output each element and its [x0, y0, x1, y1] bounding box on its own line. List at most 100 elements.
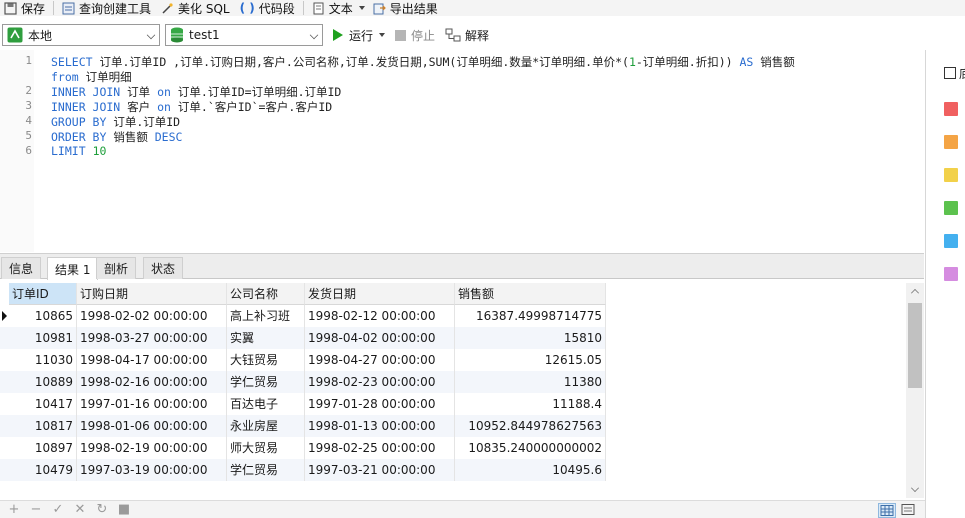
sql-keyword: DESC: [154, 130, 183, 144]
table-cell[interactable]: 1998-02-12 00:00:00: [305, 305, 455, 327]
results-grid[interactable]: 订单ID 订购日期 公司名称 发货日期 销售额 10865 1998-02-02 00:00…: [0, 281, 924, 498]
color-swatch[interactable]: [944, 267, 958, 281]
color-swatch[interactable]: [944, 168, 958, 182]
table-cell[interactable]: 10479: [9, 459, 77, 481]
table-cell[interactable]: 1997-01-28 00:00:00: [305, 393, 455, 415]
save-button[interactable]: 保存: [4, 0, 45, 16]
tab-profile[interactable]: 剖析: [96, 257, 137, 279]
table-row[interactable]: 10479 1997-03-19 00:00:00 学仁贸易 1997-03-21 0…: [0, 459, 606, 481]
beautify-sql-button[interactable]: 美化 SQL: [161, 0, 230, 16]
query-builder-label: 查询创建工具: [79, 1, 152, 16]
code-snippet-button[interactable]: ( ) 代码段: [240, 0, 295, 16]
column-header[interactable]: 公司名称: [227, 283, 305, 305]
table-cell[interactable]: 11188.4: [455, 393, 606, 415]
export-results-button[interactable]: 导出结果: [373, 0, 438, 16]
stop-button[interactable]: 停止: [395, 27, 435, 44]
table-cell[interactable]: 学仁贸易: [227, 371, 305, 393]
refresh-button[interactable]: ↻: [94, 502, 110, 518]
column-header[interactable]: 订单ID: [9, 283, 77, 305]
stop-button[interactable]: ■: [116, 502, 132, 518]
scroll-down-icon[interactable]: [911, 484, 919, 492]
table-cell[interactable]: 10417: [9, 393, 77, 415]
table-cell[interactable]: 10897: [9, 437, 77, 459]
table-cell[interactable]: 1998-02-25 00:00:00: [305, 437, 455, 459]
form-view-button[interactable]: [900, 503, 918, 518]
table-cell[interactable]: 1998-02-23 00:00:00: [305, 371, 455, 393]
explain-button[interactable]: 解释: [445, 27, 489, 44]
table-cell[interactable]: 10952.844978627563: [455, 415, 606, 437]
table-cell[interactable]: 师大贸易: [227, 437, 305, 459]
sql-number: 1: [628, 55, 636, 69]
connection-select[interactable]: 本地: [2, 24, 160, 46]
tab-result-1[interactable]: 结果 1: [47, 257, 99, 280]
column-header[interactable]: 发货日期: [305, 283, 455, 305]
grid-view-button[interactable]: [878, 503, 896, 518]
table-cell[interactable]: 12615.05: [455, 349, 606, 371]
table-cell[interactable]: 1998-03-27 00:00:00: [77, 327, 227, 349]
table-cell[interactable]: 10981: [9, 327, 77, 349]
table-cell[interactable]: 11380: [455, 371, 606, 393]
delete-record-button[interactable]: −: [28, 502, 44, 518]
table-cell[interactable]: 1997-01-16 00:00:00: [77, 393, 227, 415]
database-value: test1: [189, 28, 220, 42]
sql-editor[interactable]: 1 2 3 4 5 6 SELECT 订单.订单ID ,订单.订购日期,客户.公…: [0, 50, 924, 252]
tab-status[interactable]: 状态: [143, 257, 184, 279]
table-cell[interactable]: 1998-04-02 00:00:00: [305, 327, 455, 349]
add-record-button[interactable]: +: [6, 502, 22, 518]
table-cell[interactable]: 1998-02-19 00:00:00: [77, 437, 227, 459]
scroll-thumb[interactable]: [908, 303, 922, 388]
table-cell[interactable]: 1998-01-06 00:00:00: [77, 415, 227, 437]
color-swatch[interactable]: [944, 102, 958, 116]
color-swatch[interactable]: [944, 234, 958, 248]
table-cell[interactable]: 1998-04-27 00:00:00: [305, 349, 455, 371]
table-cell[interactable]: 1998-04-17 00:00:00: [77, 349, 227, 371]
apply-changes-button[interactable]: ✓: [50, 502, 66, 518]
table-cell[interactable]: 1997-03-19 00:00:00: [77, 459, 227, 481]
table-cell[interactable]: 1998-01-13 00:00:00: [305, 415, 455, 437]
tab-info[interactable]: 信息: [1, 257, 42, 279]
table-cell[interactable]: 百达电子: [227, 393, 305, 415]
database-select[interactable]: test1: [165, 24, 323, 46]
tab-label: 结果 1: [55, 262, 91, 277]
table-cell[interactable]: 实翼: [227, 327, 305, 349]
table-row[interactable]: 10817 1998-01-06 00:00:00 永业房屋 1998-01-13 0…: [0, 415, 606, 437]
table-cell[interactable]: 16387.49998714775: [455, 305, 606, 327]
option-checkbox[interactable]: [944, 67, 956, 79]
run-button[interactable]: 运行: [333, 27, 386, 44]
sql-text: 订单.`客户ID`=客户.客户ID: [170, 100, 333, 114]
table-cell[interactable]: 学仁贸易: [227, 459, 305, 481]
table-cell[interactable]: 10865: [9, 305, 77, 327]
table-cell[interactable]: 1997-03-21 00:00:00: [305, 459, 455, 481]
table-row[interactable]: 10417 1997-01-16 00:00:00 百达电子 1997-01-28 0…: [0, 393, 606, 415]
column-header[interactable]: 销售额: [455, 283, 606, 305]
text-button[interactable]: 文本: [312, 0, 365, 16]
table-row[interactable]: 10981 1998-03-27 00:00:00 实翼 1998-04-02 00:…: [0, 327, 606, 349]
table-cell[interactable]: 1998-02-02 00:00:00: [77, 305, 227, 327]
dropdown-caret-icon[interactable]: [379, 33, 386, 37]
table-row[interactable]: 10889 1998-02-16 00:00:00 学仁贸易 1998-02-23 0…: [0, 371, 606, 393]
sql-keyword: AS: [739, 55, 754, 69]
column-header[interactable]: 订购日期: [77, 283, 227, 305]
table-cell[interactable]: 10495.6: [455, 459, 606, 481]
color-swatch[interactable]: [944, 201, 958, 215]
table-cell[interactable]: 15810: [455, 327, 606, 349]
table-cell[interactable]: 永业房屋: [227, 415, 305, 437]
scroll-up-icon[interactable]: [911, 289, 919, 297]
sql-code-line: LIMIT 10: [51, 144, 106, 158]
query-builder-button[interactable]: 查询创建工具: [62, 0, 151, 16]
table-row[interactable]: 11030 1998-04-17 00:00:00 大钰贸易 1998-04-27 0…: [0, 349, 606, 371]
table-row[interactable]: 10865 1998-02-02 00:00:00 高上补习班 1998-02-12 …: [0, 305, 606, 327]
sql-keyword: from: [51, 70, 79, 84]
sql-keyword: SELECT: [51, 55, 100, 69]
table-cell[interactable]: 10889: [9, 371, 77, 393]
color-swatch[interactable]: [944, 135, 958, 149]
table-cell[interactable]: 大钰贸易: [227, 349, 305, 371]
table-cell[interactable]: 10835.240000000002: [455, 437, 606, 459]
table-row[interactable]: 10897 1998-02-19 00:00:00 师大贸易 1998-02-25 0…: [0, 437, 606, 459]
table-cell[interactable]: 高上补习班: [227, 305, 305, 327]
discard-changes-button[interactable]: ✕: [72, 502, 88, 518]
table-cell[interactable]: 11030: [9, 349, 77, 371]
table-cell[interactable]: 10817: [9, 415, 77, 437]
table-cell[interactable]: 1998-02-16 00:00:00: [77, 371, 227, 393]
vertical-scrollbar[interactable]: [906, 283, 924, 498]
